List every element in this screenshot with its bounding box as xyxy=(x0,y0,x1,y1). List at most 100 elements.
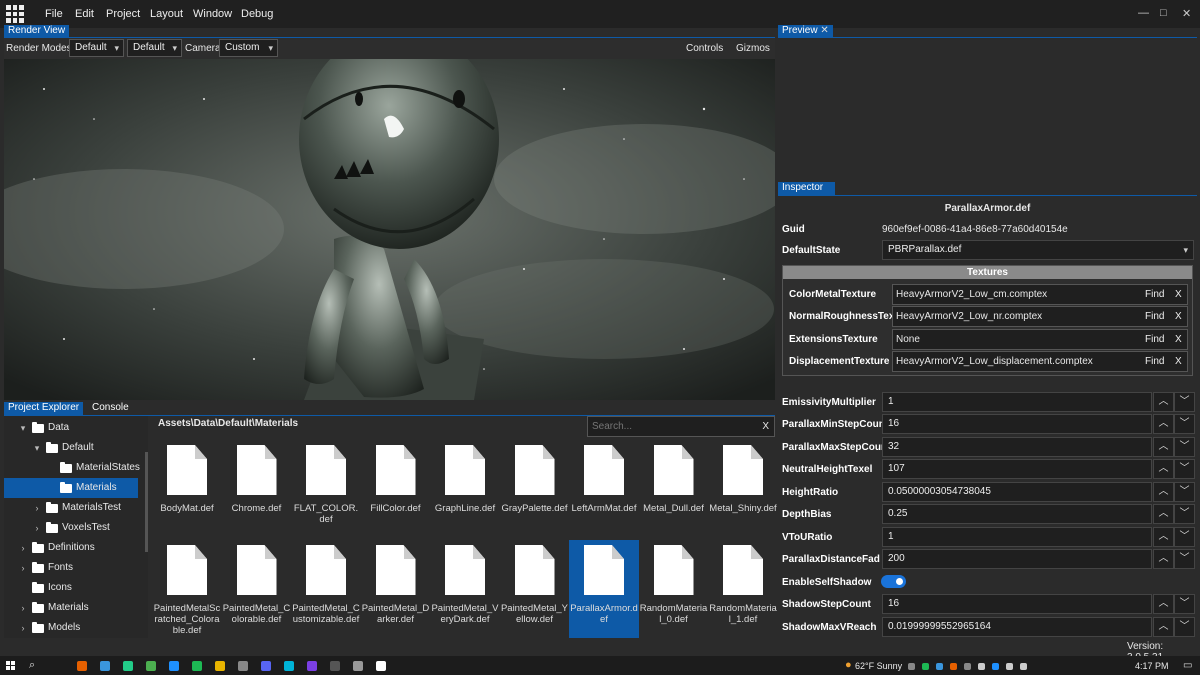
tray-icon[interactable] xyxy=(964,663,971,670)
tree-item[interactable]: › Materials xyxy=(4,598,138,618)
menu-file[interactable]: File xyxy=(45,8,63,20)
asset-tile[interactable]: LeftArmMat.def xyxy=(569,440,639,538)
tree-item[interactable]: MaterialStates xyxy=(4,458,140,478)
spin-up-button[interactable]: ︿ xyxy=(1153,459,1174,479)
parallax-max-step-count-input[interactable]: 32 xyxy=(882,437,1152,457)
asset-tile[interactable]: PaintedMetal_Customizable.def xyxy=(291,540,361,638)
find-button[interactable]: Find xyxy=(1145,307,1164,326)
search-icon[interactable]: ⌕ xyxy=(29,659,35,672)
chevron-icon[interactable]: › xyxy=(32,518,42,538)
tray-icon[interactable] xyxy=(922,663,929,670)
spotify-icon[interactable] xyxy=(192,661,202,671)
clear-button[interactable]: X xyxy=(1175,285,1182,304)
tab-project-explorer[interactable]: Project Explorer xyxy=(4,402,84,415)
spin-down-button[interactable]: ﹀ xyxy=(1174,392,1195,412)
find-button[interactable]: Find xyxy=(1145,285,1164,304)
clear-button[interactable]: X xyxy=(1175,307,1182,326)
menu-layout[interactable]: Layout xyxy=(150,8,183,20)
visual-studio-icon[interactable] xyxy=(307,661,317,671)
extensions-texture-field[interactable]: None Find X xyxy=(892,329,1188,350)
chevron-icon[interactable]: › xyxy=(18,598,28,618)
spin-down-button[interactable]: ﹀ xyxy=(1174,617,1195,637)
spin-up-button[interactable]: ︿ xyxy=(1153,617,1174,637)
shadow-max-v-reach-input[interactable]: 0.01999999552965164 xyxy=(882,617,1152,637)
chevron-icon[interactable]: › xyxy=(18,618,28,638)
tray-icon[interactable] xyxy=(992,663,999,670)
menu-edit[interactable]: Edit xyxy=(75,8,94,20)
tray-icon[interactable] xyxy=(978,663,985,670)
menu-debug[interactable]: Debug xyxy=(241,8,273,20)
spin-down-button[interactable]: ﹀ xyxy=(1174,549,1195,569)
app-icon[interactable] xyxy=(169,661,179,671)
normal-roughness-texture-field[interactable]: HeavyArmorV2_Low_nr.comptex Find X xyxy=(892,306,1188,327)
asset-tile[interactable]: Metal_Dull.def xyxy=(639,440,709,538)
spin-up-button[interactable]: ︿ xyxy=(1153,527,1174,547)
menu-window[interactable]: Window xyxy=(193,8,232,20)
clock[interactable]: 4:17 PM xyxy=(1135,661,1169,671)
spin-up-button[interactable]: ︿ xyxy=(1153,594,1174,614)
render-mode-combo-1[interactable]: Default ▾ xyxy=(69,39,124,57)
find-button[interactable]: Find xyxy=(1145,352,1164,371)
app-icon[interactable] xyxy=(238,661,248,671)
chevron-icon[interactable]: › xyxy=(18,538,28,558)
enable-self-shadow-toggle[interactable] xyxy=(881,575,906,588)
asset-tile[interactable]: Chrome.def xyxy=(222,440,292,538)
tray-icon[interactable] xyxy=(950,663,957,670)
clear-button[interactable]: X xyxy=(1175,352,1182,371)
clear-search-button[interactable]: X xyxy=(762,421,769,432)
spin-down-button[interactable]: ﹀ xyxy=(1174,459,1195,479)
tree-item[interactable]: › Models xyxy=(4,618,138,638)
tree-item[interactable]: Materials xyxy=(4,478,138,498)
find-button[interactable]: Find xyxy=(1145,330,1164,349)
depth-bias-input[interactable]: 0.25 xyxy=(882,504,1152,524)
maximize-button[interactable]: □ xyxy=(1160,7,1167,19)
asset-tile[interactable]: ParallaxArmor.def xyxy=(569,540,639,638)
tray-icon[interactable] xyxy=(1006,663,1013,670)
spin-down-button[interactable]: ﹀ xyxy=(1174,527,1195,547)
clear-button[interactable]: X xyxy=(1175,330,1182,349)
emissivity-multiplier-input[interactable]: 1 xyxy=(882,392,1152,412)
spin-up-button[interactable]: ︿ xyxy=(1153,549,1174,569)
tree-item[interactable]: › Fonts xyxy=(4,558,138,578)
spin-down-button[interactable]: ﹀ xyxy=(1174,504,1195,524)
asset-tile[interactable]: Metal_Shiny.def xyxy=(708,440,778,538)
notification-icon[interactable]: ▭ xyxy=(1183,660,1192,671)
asset-tile[interactable]: PaintedMetal_Colorable.def xyxy=(222,540,292,638)
tray-icon[interactable] xyxy=(1020,663,1027,670)
spin-down-button[interactable]: ﹀ xyxy=(1174,414,1195,434)
editor-icon[interactable] xyxy=(376,661,386,671)
spin-up-button[interactable]: ︿ xyxy=(1153,504,1174,524)
search-box[interactable]: X xyxy=(587,416,775,437)
app-icon[interactable] xyxy=(353,661,363,671)
app-icon[interactable] xyxy=(330,661,340,671)
parallax-min-step-count-input[interactable]: 16 xyxy=(882,414,1152,434)
folder-icon[interactable] xyxy=(215,661,225,671)
spin-down-button[interactable]: ﹀ xyxy=(1174,594,1195,614)
shadow-step-count-input[interactable]: 16 xyxy=(882,594,1152,614)
asset-tile[interactable]: PaintedMetal_Yellow.def xyxy=(500,540,570,638)
chevron-icon[interactable]: ▾ xyxy=(32,438,42,458)
asset-tile[interactable]: PaintedMetal_VeryDark.def xyxy=(430,540,500,638)
v-to-u-ratio-input[interactable]: 1 xyxy=(882,527,1152,547)
height-ratio-input[interactable]: 0.05000003054738045 xyxy=(882,482,1152,502)
tray-icon[interactable] xyxy=(908,663,915,670)
asset-tile[interactable]: RandomMaterial_1.def xyxy=(708,540,778,638)
windows-start-icon[interactable] xyxy=(6,661,15,670)
asset-tile[interactable]: BodyMat.def xyxy=(152,440,222,538)
asset-tile[interactable]: GraphLine.def xyxy=(430,440,500,538)
camera-combo[interactable]: Custom ▾ xyxy=(219,39,278,57)
neutral-height-texel-input[interactable]: 107 xyxy=(882,459,1152,479)
spin-up-button[interactable]: ︿ xyxy=(1153,437,1174,457)
tree-scrollbar[interactable] xyxy=(145,452,148,552)
chevron-icon[interactable]: › xyxy=(18,558,28,578)
spin-down-button[interactable]: ﹀ xyxy=(1174,482,1195,502)
tree-item[interactable]: › Definitions xyxy=(4,538,138,558)
asset-tile[interactable]: FillColor.def xyxy=(361,440,431,538)
controls-button[interactable]: Controls xyxy=(686,43,723,54)
tree-item[interactable]: › MaterialsTest xyxy=(4,498,138,518)
chevron-icon[interactable]: ▾ xyxy=(18,418,28,438)
search-input[interactable] xyxy=(592,420,752,433)
app-icon[interactable] xyxy=(100,661,110,671)
firefox-icon[interactable] xyxy=(77,661,87,671)
tree-item[interactable]: › VoxelsTest xyxy=(4,518,138,538)
